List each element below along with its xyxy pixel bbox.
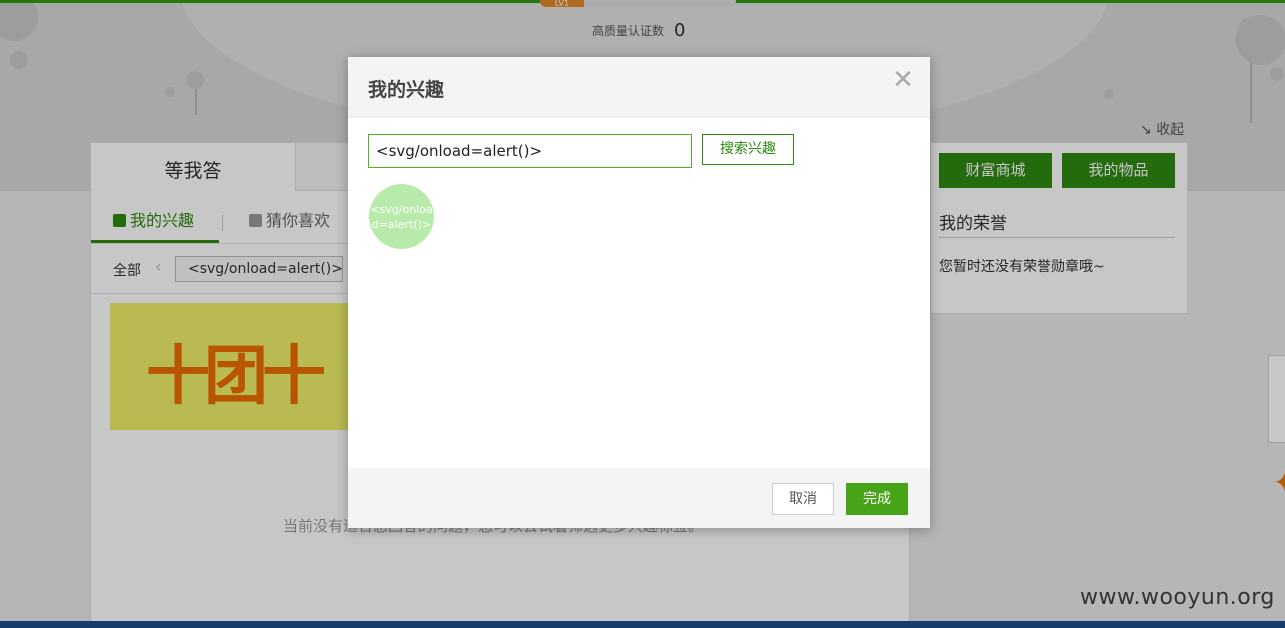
modal-title: 我的兴趣 <box>368 79 445 101</box>
search-interest-button[interactable]: 搜索兴趣 <box>702 134 794 165</box>
modal-footer: 取消 完成 <box>348 468 930 528</box>
modal-header: 我的兴趣 ✕ <box>348 57 930 118</box>
close-icon[interactable]: ✕ <box>890 65 916 95</box>
cancel-button[interactable]: 取消 <box>772 483 834 515</box>
watermark: www.wooyun.org <box>1080 585 1275 610</box>
interest-tag-bubble[interactable]: <svg/onload=alert()> <box>369 184 434 249</box>
interest-modal: 我的兴趣 ✕ 搜索兴趣 <svg/onload=alert()> 取消 完成 <box>348 57 930 528</box>
interest-search-input[interactable] <box>368 134 692 168</box>
done-button[interactable]: 完成 <box>846 483 908 515</box>
